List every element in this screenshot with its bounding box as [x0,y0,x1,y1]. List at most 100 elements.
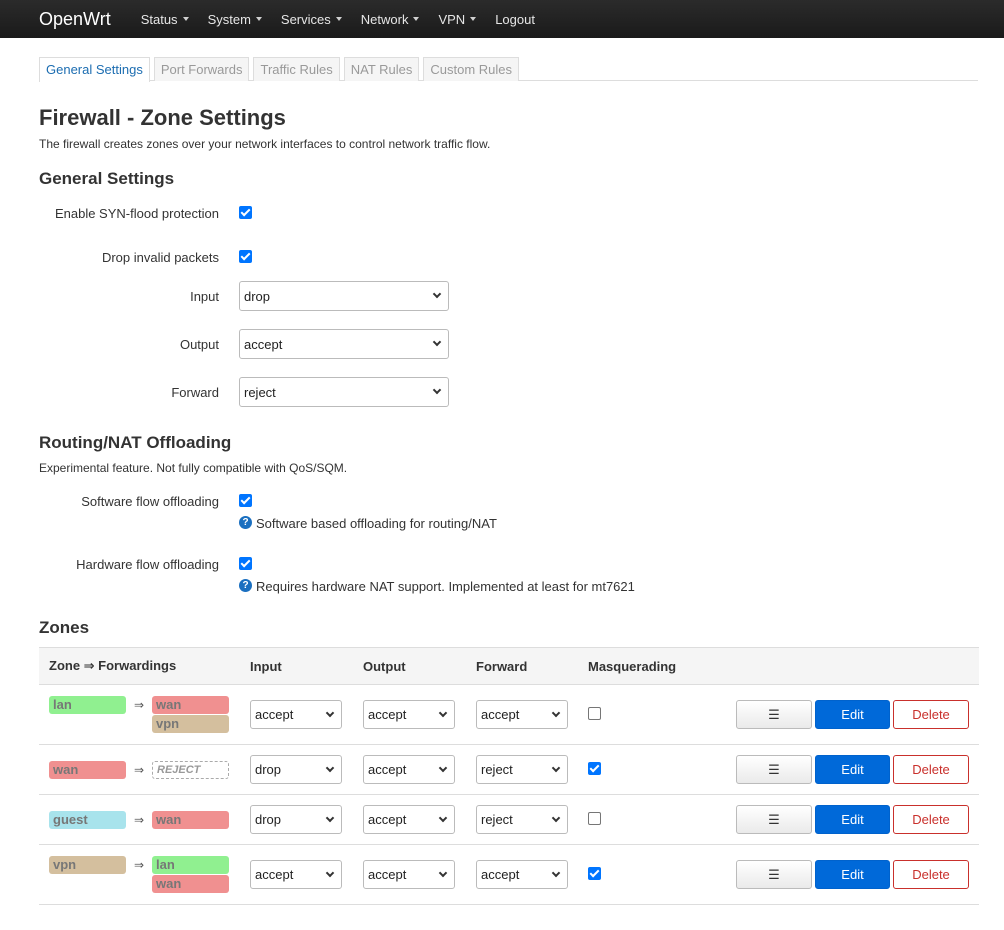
help-icon: ? [239,578,252,592]
caret-down-icon [255,17,262,21]
masquerading-checkbox[interactable] [588,761,601,775]
zone-forwardings: lan ⇒ wan vpn [49,696,240,733]
syn-flood-label: Enable SYN-flood protection [54,206,219,221]
zone-input-cell: drop [240,794,353,845]
zone-actions: ☰ Edit Delete [718,860,979,889]
zone-output-select[interactable]: accept [363,700,455,729]
delete-button[interactable]: Delete [893,860,969,889]
software-offload-checkbox[interactable] [239,494,252,507]
zone-forward-select[interactable]: accept [476,860,568,889]
chevron-down-icon [325,763,335,772]
nav-vpn[interactable]: VPN [438,12,477,27]
zone-output-select[interactable]: accept [363,860,455,889]
drop-invalid-checkbox[interactable] [239,250,252,263]
forward-policy-select[interactable]: reject [239,377,449,407]
tab-custom-rules[interactable]: Custom Rules [423,57,520,81]
zone-forward-select[interactable]: reject [476,755,568,784]
output-policy-label: Output [179,336,219,352]
offloading-description: Experimental feature. Not fully compatib… [39,461,348,475]
zone-output-select[interactable]: accept [363,755,455,784]
input-policy-select[interactable]: drop [239,281,449,311]
zone-forward-cell: reject [466,744,578,795]
forward-dest-badge: REJECT [152,760,229,779]
chevron-down-icon [325,868,335,877]
zone-actions-cell: ☰ Edit Delete [708,794,979,845]
zone-input-select[interactable]: accept [250,860,342,889]
zone-output-cell: accept [353,684,466,745]
hardware-offload-help-text: Requires hardware NAT support. Implement… [256,579,635,594]
chevron-down-icon [438,813,448,822]
nav-system[interactable]: System [208,12,262,27]
zone-input-select[interactable]: accept [250,700,342,729]
tab-general-settings[interactable]: General Settings [39,57,150,82]
zone-forward-value: reject [481,812,513,827]
nav-services[interactable]: Services [281,12,342,27]
zone-output-select[interactable]: accept [363,805,455,834]
nav-network[interactable]: Network [361,12,420,27]
input-policy-label: Input [190,288,219,304]
forward-arrow-icon: ⇒ [133,858,145,872]
caret-down-icon [470,17,477,21]
zone-masq-cell [578,744,708,795]
caret-down-icon [413,17,420,21]
zone-forward-value: accept [481,867,520,882]
forward-policy-label: Forward [171,384,219,400]
edit-button[interactable]: Edit [815,700,890,729]
forward-arrow-icon: ⇒ [133,812,145,827]
nav-label: Services [280,11,331,27]
col-masquerading: Masquerading [578,647,708,685]
zone-forwardings-cell: lan ⇒ wan vpn [39,684,240,745]
hardware-offload-checkbox[interactable] [239,557,252,570]
edit-button[interactable]: Edit [815,805,890,834]
brand-logo[interactable]: OpenWrt [39,9,111,30]
masquerading-checkbox[interactable] [588,866,601,880]
zone-row-guest: guest ⇒ wan drop accept reject ☰ Edit De… [39,794,979,845]
tab-nat-rules[interactable]: NAT Rules [343,57,420,81]
zone-forward-select[interactable]: accept [476,700,568,729]
tab-bar: General Settings Port Forwards Traffic Rul… [39,57,978,82]
chevron-down-icon [432,337,442,347]
col-input: Input [240,647,353,685]
nav-logout[interactable]: Logout [495,12,535,27]
zone-badge: vpn [49,856,126,874]
forward-destinations: REJECT [152,760,229,779]
zone-row-lan: lan ⇒ wan vpn accept accept accept ☰ Edit… [39,684,979,745]
edit-button[interactable]: Edit [815,860,890,889]
zone-masq-cell [578,844,708,905]
reorder-handle-button[interactable]: ☰ [736,805,812,834]
zone-output-cell: accept [353,844,466,905]
reorder-handle-button[interactable]: ☰ [736,700,812,729]
masquerading-checkbox[interactable] [588,811,601,825]
hardware-offload-row: Hardware flow offloading ? Requires hardw… [39,557,978,594]
zones-table: Zone ⇒ Forwardings Input Output Forward … [39,647,979,905]
edit-button[interactable]: Edit [815,755,890,784]
chevron-down-icon [438,708,448,717]
syn-flood-checkbox[interactable] [239,206,252,219]
zone-input-select[interactable]: drop [250,755,342,784]
zone-forwardings-cell: vpn ⇒ lan wan [39,844,240,905]
zone-output-value: accept [368,867,407,882]
zone-badge: lan [49,696,126,714]
reorder-handle-button[interactable]: ☰ [736,755,812,784]
zone-actions: ☰ Edit Delete [718,805,979,834]
tab-port-forwards[interactable]: Port Forwards [153,57,250,81]
zone-output-value: accept [368,762,407,777]
zone-output-value: accept [368,707,407,722]
zone-input-select[interactable]: drop [250,805,342,834]
masquerading-checkbox[interactable] [588,706,601,720]
reorder-handle-button[interactable]: ☰ [736,860,812,889]
nav-status[interactable]: Status [141,12,189,27]
chevron-down-icon [551,763,561,772]
software-offload-help-text: Software based offloading for routing/NA… [256,516,497,531]
delete-button[interactable]: Delete [893,755,969,784]
delete-button[interactable]: Delete [893,805,969,834]
zone-actions: ☰ Edit Delete [718,700,979,729]
zone-masq-cell [578,794,708,845]
delete-button[interactable]: Delete [893,700,969,729]
col-actions [708,647,979,685]
tab-traffic-rules[interactable]: Traffic Rules [253,57,340,81]
output-policy-select[interactable]: accept [239,329,449,359]
caret-down-icon [335,17,342,21]
col-output: Output [353,647,466,685]
zone-forward-select[interactable]: reject [476,805,568,834]
